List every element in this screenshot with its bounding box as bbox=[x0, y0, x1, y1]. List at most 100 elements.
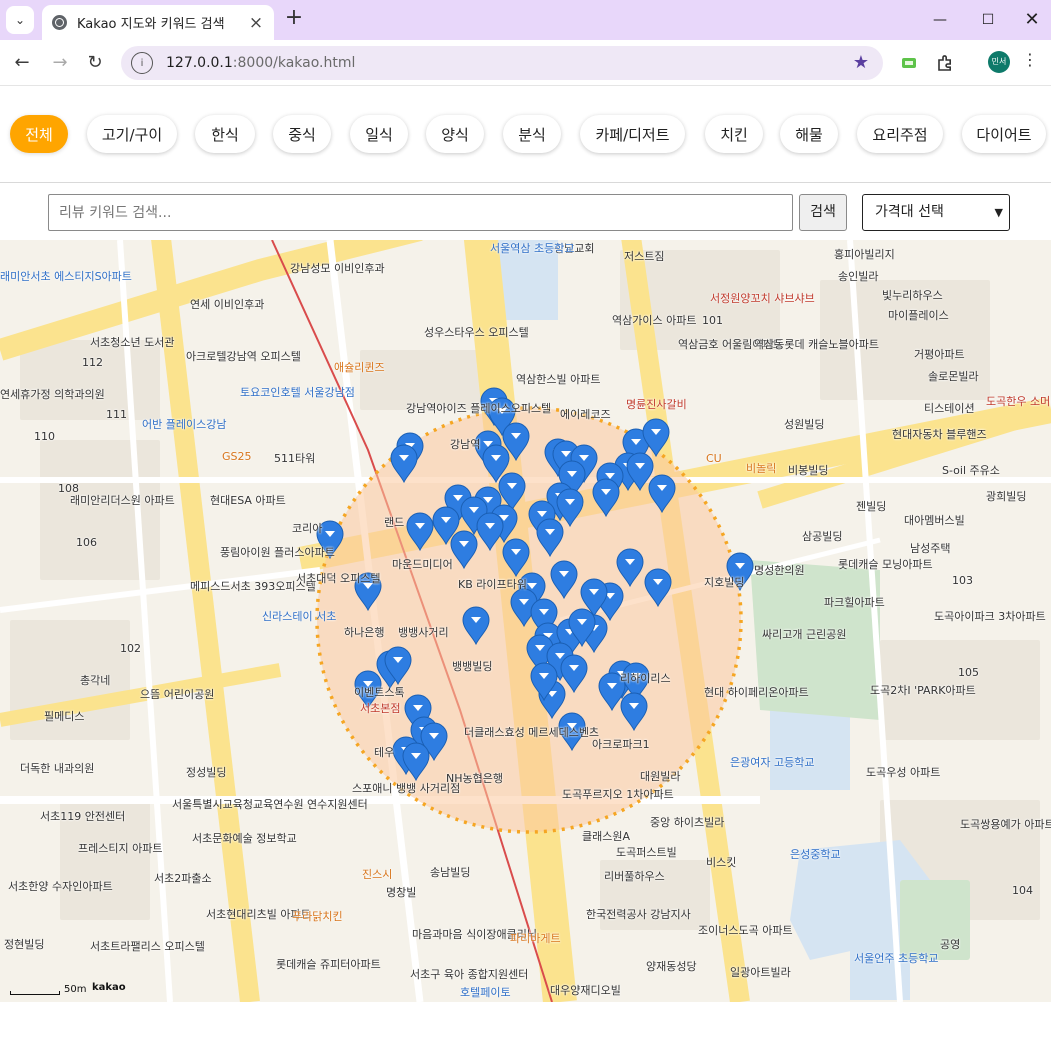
map-label[interactable]: 102 bbox=[120, 642, 141, 655]
map-label[interactable]: 푸라닭치킨 bbox=[292, 910, 343, 923]
map-label[interactable]: 110 bbox=[34, 430, 55, 443]
restaurant-marker-icon[interactable] bbox=[592, 478, 620, 518]
restaurant-marker-icon[interactable] bbox=[390, 444, 418, 484]
map-label[interactable]: 은광여자 고등학교 bbox=[730, 756, 814, 769]
restaurant-marker-icon[interactable] bbox=[550, 560, 578, 600]
map-label[interactable]: 마이플레이스 bbox=[888, 309, 949, 322]
restaurant-marker-icon[interactable] bbox=[498, 472, 526, 512]
restaurant-marker-icon[interactable] bbox=[620, 692, 648, 732]
tab-search-chevron-icon[interactable]: ⌄ bbox=[6, 6, 34, 34]
restaurant-marker-icon[interactable] bbox=[502, 538, 530, 578]
map-label[interactable]: 아크로텔강남역 오피스텔 bbox=[186, 350, 301, 363]
reload-icon[interactable]: ↻ bbox=[81, 49, 109, 77]
map-label[interactable]: 빛누리하우스 bbox=[882, 289, 943, 302]
map-label[interactable]: CU bbox=[706, 452, 722, 465]
map-label[interactable]: 강남역 bbox=[450, 438, 480, 451]
map-label[interactable]: 역삼동롯데 캐슬노블아파트 bbox=[754, 338, 879, 351]
map-label[interactable]: 스포애니 뱅뱅 사거리점 bbox=[352, 782, 460, 795]
map-label[interactable]: 강남성모 이비인후과 bbox=[290, 262, 385, 275]
map-label[interactable]: 도곡우성 아파트 bbox=[866, 766, 940, 779]
map-label[interactable]: 도곡아이파크 3차아파트 bbox=[934, 610, 1046, 623]
map-label[interactable]: GS25 bbox=[222, 450, 252, 463]
map-label[interactable]: 이벤트스톡 bbox=[354, 686, 405, 699]
map-label[interactable]: 서초청소년 도서관 bbox=[90, 336, 174, 349]
map-label[interactable]: 한국전력공사 강남지사 bbox=[586, 908, 691, 921]
map-label[interactable]: 도곡푸르지오 1차아파트 bbox=[562, 788, 674, 801]
extensions-puzzle-icon[interactable] bbox=[936, 54, 954, 72]
bookmark-star-icon[interactable]: ★ bbox=[853, 52, 869, 73]
restaurant-marker-icon[interactable] bbox=[616, 548, 644, 588]
category-snack[interactable]: 분식 bbox=[503, 115, 561, 153]
category-korean[interactable]: 한식 bbox=[195, 115, 255, 153]
map-label[interactable]: 래미안서초 에스티지S아파트 bbox=[0, 270, 132, 283]
map-label[interactable]: 서초문화예술 정보학교 bbox=[192, 832, 297, 845]
map-label[interactable]: 도곡퍼스트빌 bbox=[616, 846, 677, 859]
category-diet[interactable]: 다이어트 bbox=[962, 115, 1046, 153]
map-label[interactable]: 광희빌딩 bbox=[986, 490, 1026, 503]
map-label[interactable]: 홍피아빌리지 bbox=[834, 248, 895, 261]
map-label[interactable]: 코리아 bbox=[292, 522, 322, 535]
map-label[interactable]: 103 bbox=[952, 574, 973, 587]
map-label[interactable]: 티스테이션 bbox=[924, 402, 975, 415]
restaurant-marker-icon[interactable] bbox=[642, 418, 670, 458]
map-label[interactable]: 성원빌딩 bbox=[784, 418, 824, 431]
map-label[interactable]: 롯데캐슬 모닝아파트 bbox=[838, 558, 933, 571]
map-label[interactable]: 은성중학교 bbox=[790, 848, 841, 861]
map-label[interactable]: 리버풀하우스 bbox=[604, 870, 665, 883]
restaurant-marker-icon[interactable] bbox=[476, 512, 504, 552]
map-label[interactable]: 서초119 안전센터 bbox=[40, 810, 125, 823]
map-label[interactable]: 필메디스 bbox=[44, 710, 84, 723]
map-label[interactable]: 공영 bbox=[940, 938, 960, 951]
map-label[interactable]: 서울특별시교육청교육연수원 연수지원센터 bbox=[172, 798, 368, 811]
map-label[interactable]: 싸리고개 근린공원 bbox=[762, 628, 846, 641]
map-label[interactable]: 서울역삼 초등학교 bbox=[490, 242, 574, 255]
map-label[interactable]: 강남역아이즈 플레이스오피스텔 bbox=[406, 402, 551, 415]
restaurant-marker-icon[interactable] bbox=[648, 474, 676, 514]
restaurant-marker-icon[interactable] bbox=[644, 568, 672, 608]
maximize-icon[interactable]: ☐ bbox=[966, 6, 1010, 34]
review-keyword-search-input[interactable] bbox=[48, 194, 793, 231]
map-label[interactable]: 101 bbox=[702, 314, 723, 327]
map-label[interactable]: 랜드 bbox=[384, 516, 404, 529]
map-label[interactable]: 거평아파트 bbox=[914, 348, 965, 361]
new-tab-plus-icon[interactable]: + bbox=[282, 7, 306, 31]
search-button[interactable]: 검색 bbox=[799, 194, 847, 231]
map-label[interactable]: 111 bbox=[106, 408, 127, 421]
map-label[interactable]: 중앙 하이츠빌라 bbox=[650, 816, 724, 829]
category-grill[interactable]: 고기/구이 bbox=[87, 115, 177, 153]
map-label[interactable]: 105 bbox=[958, 666, 979, 679]
browser-tab[interactable]: Kakao 지도와 키워드 검색 × bbox=[42, 5, 274, 40]
map-label[interactable]: 프레스티지 아파트 bbox=[78, 842, 162, 855]
map-label[interactable]: 더독한 내과의원 bbox=[20, 762, 94, 775]
map-label[interactable]: 도곡2차I 'PARK아파트 bbox=[870, 684, 976, 697]
category-cafe[interactable]: 카페/디저트 bbox=[580, 115, 685, 153]
map-label[interactable]: 서초구 육아 종합지원센터 bbox=[410, 968, 528, 981]
map-label[interactable]: 젠빌딩 bbox=[856, 500, 886, 513]
map-label[interactable]: 마운드미디어 bbox=[392, 558, 453, 571]
map-label[interactable]: 대우양재디오빌 bbox=[550, 984, 621, 997]
map-label[interactable]: 저스트짐 bbox=[624, 250, 664, 263]
category-japanese[interactable]: 일식 bbox=[350, 115, 408, 153]
map-label[interactable]: 대아멤버스빌 bbox=[904, 514, 965, 527]
map-label[interactable]: 파리바게트 bbox=[510, 932, 561, 945]
map-label[interactable]: 서초본점 bbox=[360, 702, 400, 715]
map-label[interactable]: 솔로몬빌라 bbox=[928, 370, 979, 383]
map-label[interactable]: 으뜸 어린이공원 bbox=[140, 688, 214, 701]
map-label[interactable]: 역삼가이스 아파트 bbox=[612, 314, 696, 327]
map-label[interactable]: 애슐리퀸즈 bbox=[334, 361, 385, 374]
map-label[interactable]: 서초2파출소 bbox=[154, 872, 212, 885]
map-label[interactable]: 명륜진사갈비 bbox=[626, 398, 687, 411]
map-label[interactable]: 뱅뱅사거리 bbox=[398, 626, 449, 639]
map-label[interactable]: 롯데캐슬 쥬피터아파트 bbox=[276, 958, 381, 971]
price-range-select[interactable]: 가격대 선택 ▼ bbox=[862, 194, 1010, 231]
restaurant-marker-icon[interactable] bbox=[450, 530, 478, 570]
map-label[interactable]: 서초대덕 오피스텔 bbox=[296, 572, 380, 585]
map-label[interactable]: 아크로파크1 bbox=[592, 738, 650, 751]
map-label[interactable]: 풍림아이원 플러스아파트 bbox=[220, 546, 335, 559]
map-label[interactable]: 도곡쌍용예가 아파트 bbox=[960, 818, 1051, 831]
map-label[interactable]: 비놀릭 bbox=[746, 462, 776, 475]
address-bar[interactable]: i 127.0.0.1:8000/kakao.html ★ bbox=[121, 46, 883, 80]
category-all[interactable]: 전체 bbox=[10, 115, 68, 153]
map-label[interactable]: 108 bbox=[58, 482, 79, 495]
map-label[interactable]: 명창빌 bbox=[386, 886, 416, 899]
